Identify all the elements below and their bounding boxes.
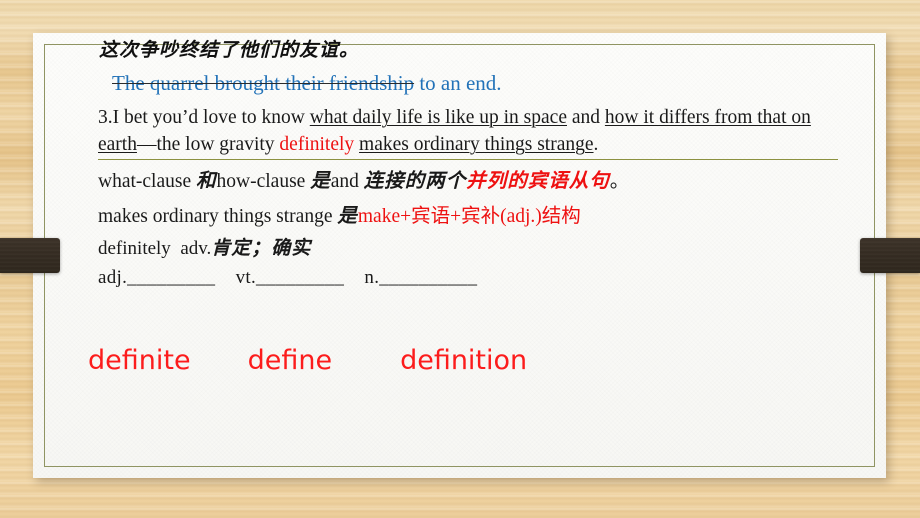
note-2-black: makes ordinary things strange	[98, 206, 338, 227]
gloss-cn-meaning: 肯定；确实	[211, 237, 312, 259]
blank-gap-1	[215, 267, 235, 288]
question-3-clause-3: makes ordinary things strange	[359, 134, 594, 155]
question-3-clause-1: what daily life is like up in space	[309, 107, 567, 128]
question-3-conj: and	[567, 107, 605, 128]
decorative-bar-left	[0, 238, 60, 273]
question-3-red-word: definitely	[279, 134, 355, 155]
english-answer-struck: The quarrel brought their friendship	[112, 71, 415, 95]
question-3-line-1: 3.I bet you’d love to know what daily li…	[98, 107, 811, 129]
slide-canvas: 这次争吵终结了他们的友谊。 The quarrel brought their …	[0, 0, 920, 518]
note-1-black-c: and	[330, 171, 364, 192]
note-1-red-cn: 并列的宾语从句	[466, 169, 610, 192]
olive-divider-rule	[98, 159, 838, 160]
note-2-cn: 是	[337, 204, 358, 227]
question-3-prefix: 3.I bet you’d love to know	[98, 107, 310, 128]
vocab-answer-adj: definite	[88, 345, 191, 376]
gloss-pos: adv.	[180, 238, 212, 259]
note-1-black-b: how-clause	[216, 171, 311, 192]
note-1-cn-a: 和	[196, 169, 217, 192]
english-answer-line: The quarrel brought their friendship to …	[112, 71, 502, 96]
note-1-cn-b: 是	[310, 169, 331, 192]
blank-n[interactable]: n.__________	[364, 267, 477, 288]
question-3-line-2: earth—the low gravity definitely makes o…	[98, 134, 598, 156]
gloss-word: definitely	[98, 238, 171, 259]
note-1-cn-end: 。	[609, 171, 630, 192]
blank-adj[interactable]: adj._________	[98, 267, 215, 288]
vocab-answer-vt: define	[247, 345, 333, 376]
blank-vt[interactable]: vt._________	[236, 267, 345, 288]
note-1-black-a: what-clause	[98, 171, 196, 192]
blank-gap-2	[344, 267, 364, 288]
decorative-bar-right	[860, 238, 920, 273]
grammar-note-2: makes ordinary things strange 是make+宾语+宾…	[98, 199, 581, 228]
vocab-answers-row: definite define definition	[88, 345, 527, 376]
english-answer-rest: to an end.	[414, 71, 502, 95]
note-2-red: make+宾语+宾补(adj.)结构	[357, 206, 581, 227]
grammar-note-1: what-clause 和how-clause 是and 连接的两个并列的宾语从…	[98, 164, 629, 193]
question-3-middle: —the low gravity	[136, 134, 280, 155]
question-3-period: .	[593, 134, 599, 155]
gloss-space	[171, 238, 181, 259]
question-3-clause-2-end: earth	[98, 134, 137, 155]
content-panel: 这次争吵终结了他们的友谊。 The quarrel brought their …	[33, 33, 886, 478]
definitely-gloss: definitely adv.肯定；确实	[98, 233, 311, 260]
question-3-clause-2-start: how it differs from that on	[604, 107, 811, 128]
note-1-cn-c: 连接的两个	[363, 169, 467, 192]
chinese-translation-line: 这次争吵终结了他们的友谊。	[99, 39, 360, 61]
vocab-answer-n: definition	[400, 345, 528, 376]
fill-in-blanks-row: adj._________ vt._________ n.__________	[98, 267, 477, 289]
content-area: 这次争吵终结了他们的友谊。 The quarrel brought their …	[70, 33, 874, 466]
